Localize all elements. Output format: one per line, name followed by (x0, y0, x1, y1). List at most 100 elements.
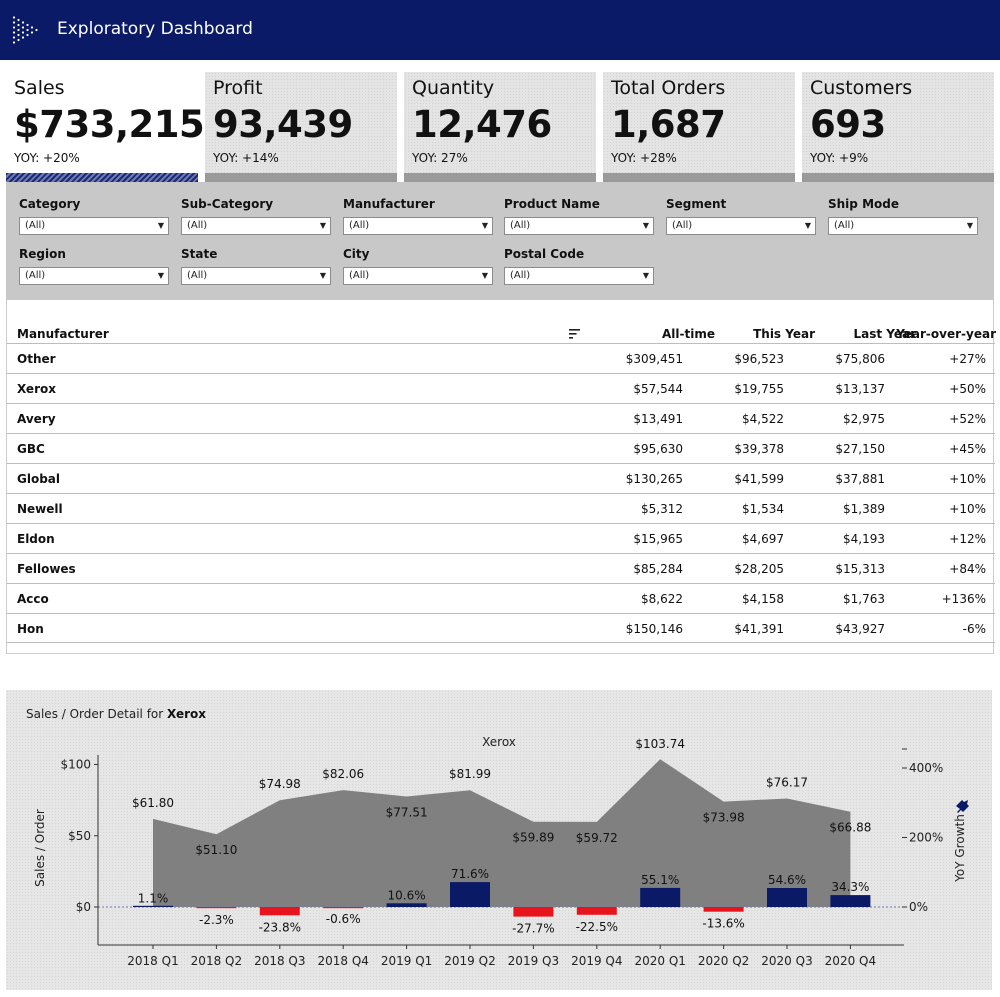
manufacturer-cell: Fellowes (17, 562, 76, 576)
sales-data-label: $66.88 (829, 821, 871, 835)
category-dropdown[interactable]: (All) ▼ (19, 217, 169, 235)
kpi-card-customers[interactable]: Customers 693 YOY: +9% (802, 72, 994, 182)
kpi-card-total-orders[interactable]: Total Orders 1,687 YOY: +28% (603, 72, 795, 182)
segment-dropdown[interactable]: (All) ▼ (666, 217, 816, 235)
sales-order-chart[interactable]: $61.80 $51.10 $74.98 $82.06 $77.51 $81.99 $59.… (6, 690, 992, 990)
yoy-data-label: 34.3% (831, 880, 869, 894)
this-year-cell: $4,158 (742, 592, 784, 606)
all-time-cell: $13,491 (633, 412, 683, 426)
table-row[interactable]: GBC $95,630 $39,378 $27,150 +45% (7, 433, 995, 463)
table-row[interactable]: Hon $150,146 $41,391 $43,927 -6% (7, 613, 995, 643)
all-time-cell: $15,965 (633, 532, 683, 546)
dropdown-value: (All) (349, 270, 370, 281)
city-dropdown[interactable]: (All) ▼ (343, 267, 493, 285)
kpi-card-quantity[interactable]: Quantity 12,476 YOY: 27% (404, 72, 596, 182)
column-header-all-time[interactable]: All-time (662, 327, 715, 341)
kpi-label: Quantity (412, 77, 495, 99)
column-header-year-over-year[interactable]: Year-over-year (896, 327, 996, 341)
pin-icon (956, 800, 969, 813)
kpi-card-sales[interactable]: Sales $733,215 YOY: +20% (6, 72, 205, 182)
all-time-cell: $5,312 (641, 502, 683, 516)
table-row[interactable]: Global $130,265 $41,599 $37,881 +10% (7, 463, 995, 493)
this-year-cell: $28,205 (734, 562, 784, 576)
all-time-cell: $95,630 (633, 442, 683, 456)
kpi-indicator-bar (603, 173, 795, 182)
column-header-this-year[interactable]: This Year (753, 327, 815, 341)
table-row[interactable]: Eldon $15,965 $4,697 $4,193 +12% (7, 523, 995, 553)
last-year-cell: $75,806 (835, 352, 885, 366)
manufacturer-table: Manufacturer All-time This Year Last Yea… (6, 300, 996, 654)
this-year-cell: $4,522 (742, 412, 784, 426)
manufacturer-cell: Newell (17, 502, 63, 516)
this-year-cell: $41,391 (734, 622, 784, 636)
filter-label: Product Name (504, 197, 600, 211)
all-time-cell: $8,622 (641, 592, 683, 606)
this-year-cell: $1,534 (742, 502, 784, 516)
table-row[interactable]: Newell $5,312 $1,534 $1,389 +10% (7, 493, 995, 523)
this-year-cell: $19,755 (734, 382, 784, 396)
table-row[interactable]: Xerox $57,544 $19,755 $13,137 +50% (7, 373, 995, 403)
kpi-indicator-bar (404, 173, 596, 182)
sales-data-label: $82.06 (322, 767, 364, 781)
table-row[interactable]: Other $309,451 $96,523 $75,806 +27% (7, 343, 995, 373)
manufacturer-cell: Eldon (17, 532, 55, 546)
kpi-label: Sales (14, 77, 65, 99)
region-dropdown[interactable]: (All) ▼ (19, 267, 169, 285)
kpi-indicator-bar (6, 173, 198, 182)
y-tick-label: $50 (68, 829, 91, 843)
yoy-cell: +50% (949, 382, 986, 396)
yoy-bar (259, 907, 300, 916)
sales-data-label: $74.98 (259, 777, 301, 791)
product-name-dropdown[interactable]: (All) ▼ (504, 217, 654, 235)
sales-data-label: $59.89 (512, 831, 554, 845)
kpi-indicator-bar (205, 173, 397, 182)
filter-label: Sub-Category (181, 197, 274, 211)
y-axis-label: Sales / Order (33, 809, 47, 887)
column-header-manufacturer[interactable]: Manufacturer (17, 327, 109, 341)
filter-label: Segment (666, 197, 727, 211)
yoy-cell: +12% (949, 532, 986, 546)
filter-segment: Segment (All) ▼ (666, 197, 816, 235)
ship-mode-dropdown[interactable]: (All) ▼ (828, 217, 978, 235)
yoy-bar (133, 905, 173, 907)
table-row[interactable]: Avery $13,491 $4,522 $2,975 +52% (7, 403, 995, 433)
yoy-data-label: -27.7% (512, 922, 554, 936)
dropdown-arrow-icon: ▼ (642, 221, 649, 230)
all-time-cell: $57,544 (633, 382, 683, 396)
sort-icon[interactable] (569, 328, 581, 340)
yoy-bar (767, 888, 807, 907)
postal-code-dropdown[interactable]: (All) ▼ (504, 267, 654, 285)
all-time-cell: $130,265 (625, 472, 683, 486)
kpi-card-profit[interactable]: Profit 93,439 YOY: +14% (205, 72, 397, 182)
yoy-data-label: 54.6% (768, 873, 806, 887)
manufacturer-cell: Avery (17, 412, 56, 426)
kpi-yoy: YOY: +28% (611, 151, 677, 165)
dropdown-value: (All) (510, 270, 531, 281)
state-dropdown[interactable]: (All) ▼ (181, 267, 331, 285)
filter-region: Region (All) ▼ (19, 247, 169, 285)
last-year-cell: $13,137 (835, 382, 885, 396)
yoy-data-label: -23.8% (259, 920, 301, 934)
sub-category-dropdown[interactable]: (All) ▼ (181, 217, 331, 235)
table-row[interactable]: Acco $8,622 $4,158 $1,763 +136% (7, 583, 995, 613)
sales-data-label: $81.99 (449, 767, 491, 781)
filter-label: City (343, 247, 370, 261)
dropdown-arrow-icon: ▼ (966, 221, 973, 230)
yoy-bar (196, 907, 237, 909)
yoy-cell: -6% (962, 622, 986, 636)
last-year-cell: $2,975 (843, 412, 885, 426)
last-year-cell: $27,150 (835, 442, 885, 456)
x-tick-label: 2020 Q1 (634, 954, 685, 968)
kpi-yoy: YOY: 27% (412, 151, 468, 165)
x-tick-label: 2018 Q3 (254, 954, 305, 968)
last-year-cell: $37,881 (835, 472, 885, 486)
filter-postal-code: Postal Code (All) ▼ (504, 247, 654, 285)
table-row[interactable]: Fellowes $85,284 $28,205 $15,313 +84% (7, 553, 995, 583)
last-year-cell: $15,313 (835, 562, 885, 576)
dropdown-value: (All) (672, 220, 693, 231)
y2-tick-label: 400% (909, 761, 943, 775)
dropdown-value: (All) (187, 220, 208, 231)
dropdown-value: (All) (834, 220, 855, 231)
yoy-bar (830, 895, 871, 907)
manufacturer-dropdown[interactable]: (All) ▼ (343, 217, 493, 235)
